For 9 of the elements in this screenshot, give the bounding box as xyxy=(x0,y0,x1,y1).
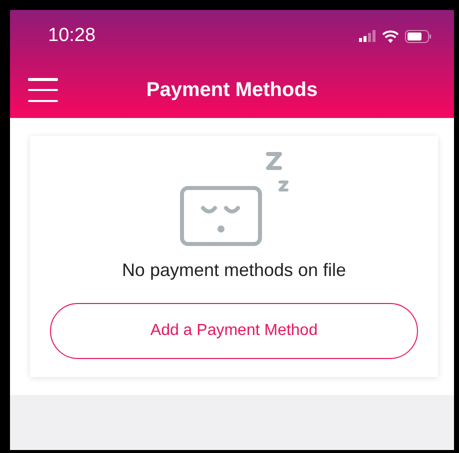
wifi-icon xyxy=(382,30,399,42)
menu-button[interactable] xyxy=(28,78,58,102)
page-title: Payment Methods xyxy=(146,78,318,102)
sleeping-face-icon xyxy=(178,150,290,246)
empty-message: No payment methods on file xyxy=(122,260,346,281)
status-time: 10:28 xyxy=(48,25,96,47)
add-payment-method-button[interactable]: Add a Payment Method xyxy=(50,303,418,359)
battery-icon xyxy=(405,30,432,42)
signal-icon xyxy=(359,30,376,42)
